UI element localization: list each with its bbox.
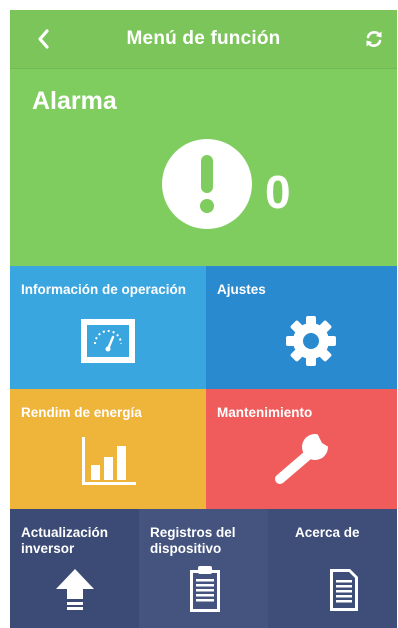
tile-device-logs-label: Registros del dispositivo <box>150 525 236 556</box>
tile-inverter-update[interactable]: Actualización inversor <box>10 509 139 628</box>
alarm-panel[interactable]: Alarma 0 <box>10 68 397 267</box>
tile-maintenance[interactable]: Mantenimiento <box>206 389 397 509</box>
exclamation-circle-icon <box>162 139 252 229</box>
tile-inverter-update-label: Actualización inversor <box>21 525 109 556</box>
app-screen: Menú de función Alarma 0 Información de … <box>10 10 397 628</box>
clipboard-icon <box>190 566 220 612</box>
tile-about[interactable]: Acerca de <box>268 509 397 628</box>
tile-energy-yield-label: Rendim de energía <box>21 405 142 420</box>
alarm-count: 0 <box>265 166 291 218</box>
page-title: Menú de función <box>126 28 281 49</box>
meter-icon <box>81 319 135 363</box>
wrench-icon <box>275 431 332 484</box>
gear-icon <box>286 316 336 366</box>
tile-settings[interactable]: Ajustes <box>206 266 397 389</box>
bar-chart-icon <box>82 437 136 485</box>
tile-about-label: Acerca de <box>295 525 360 540</box>
refresh-icon <box>366 31 382 47</box>
tile-maintenance-label: Mantenimiento <box>217 405 313 420</box>
document-icon <box>330 569 358 611</box>
alarm-title: Alarma <box>32 87 117 115</box>
tile-operation-info[interactable]: Información de operación <box>10 266 206 389</box>
tile-device-logs[interactable]: Registros del dispositivo <box>139 509 268 628</box>
tile-energy-yield[interactable]: Rendim de energía <box>10 389 206 509</box>
tile-operation-info-label: Información de operación <box>21 282 187 297</box>
refresh-button[interactable] <box>362 27 386 51</box>
upload-arrow-icon <box>56 569 94 610</box>
tile-settings-label: Ajustes <box>217 282 266 297</box>
header-bar: Menú de función <box>10 10 397 68</box>
